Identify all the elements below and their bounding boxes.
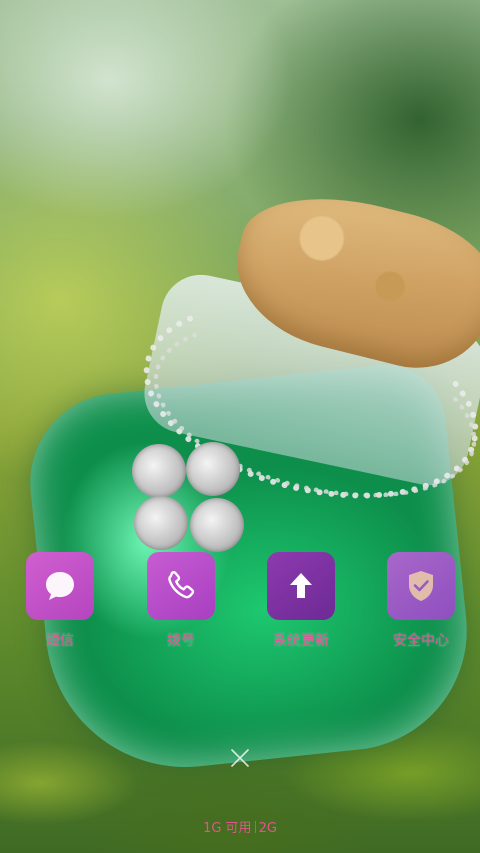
- app-system-update[interactable]: 系统更新: [256, 552, 346, 662]
- phone-icon: [147, 552, 215, 620]
- clover-pendant: [130, 440, 250, 560]
- memory-total: 2G: [258, 821, 277, 836]
- chat-bubble-icon: [26, 552, 94, 620]
- app-label: 拨号: [167, 633, 195, 649]
- memory-available: 1G 可用: [203, 821, 252, 836]
- close-icon[interactable]: [227, 745, 253, 771]
- app-sms[interactable]: 短信: [15, 552, 105, 662]
- app-label: 安全中心: [393, 633, 449, 649]
- wallpaper: [0, 0, 480, 853]
- memory-status: 1G 可用 2G: [0, 817, 480, 836]
- app-label: 系统更新: [273, 633, 329, 649]
- upload-arrow-icon: [267, 552, 335, 620]
- shield-check-icon: [387, 552, 455, 620]
- app-label: 短信: [46, 633, 74, 649]
- memory-separator: [254, 821, 256, 833]
- app-dialer[interactable]: 拨号: [136, 552, 226, 662]
- app-security-center[interactable]: 安全中心: [376, 552, 466, 662]
